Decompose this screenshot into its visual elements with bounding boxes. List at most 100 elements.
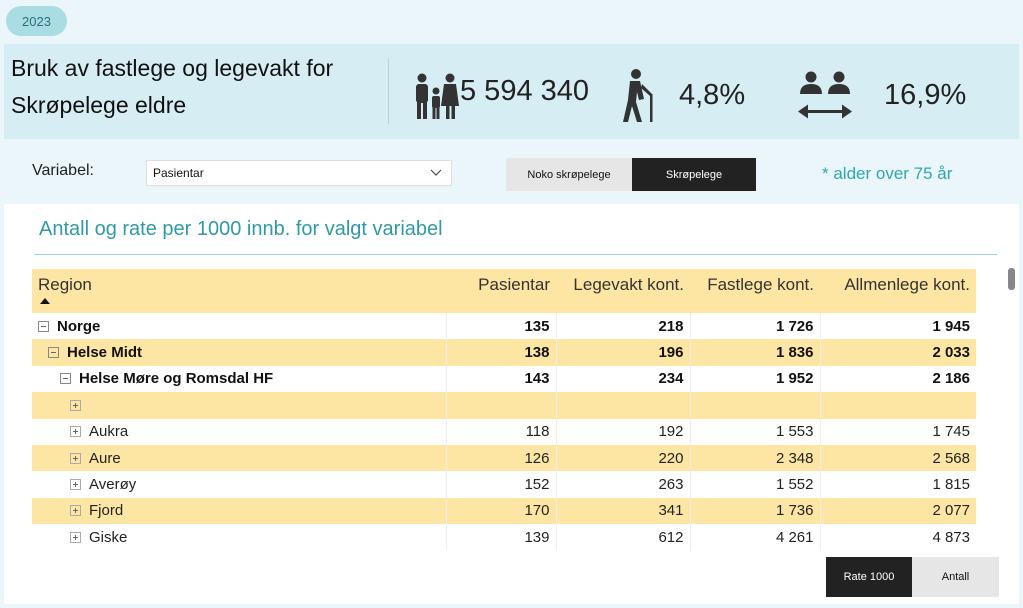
chevron-down-icon — [430, 169, 442, 176]
legevakt-cell: 218 — [555, 313, 690, 340]
collapse-icon[interactable] — [38, 320, 49, 332]
year-badge[interactable]: 2023 — [6, 6, 67, 36]
fastlege-cell: 1 952 — [689, 365, 820, 393]
legevakt-cell: 192 — [555, 418, 690, 445]
table-row[interactable]: Giske 139 612 4 261 4 873 — [32, 524, 976, 551]
region-name: Helse Møre og Romsdal HF — [79, 370, 274, 388]
column-header-region[interactable]: Region — [32, 269, 446, 313]
expand-icon[interactable] — [70, 479, 81, 491]
toggle-skropelege[interactable]: Skrøpelege — [632, 158, 756, 191]
sort-ascending-icon[interactable] — [40, 298, 50, 304]
fastlege-cell: 1 726 — [689, 313, 820, 340]
table-row[interactable]: Helse Midt 138 196 1 836 2 033 — [32, 339, 976, 366]
region-cell — [32, 392, 446, 418]
page-title-line-1: Bruk av fastlege og legevakt for — [11, 55, 334, 81]
toggle-noko-skropelege[interactable]: Noko skrøpelege — [506, 158, 632, 191]
legevakt-cell: 234 — [555, 365, 690, 393]
column-header-region-label: Region — [38, 275, 92, 294]
antall-button[interactable]: Antall — [912, 557, 999, 597]
region-cell: Averøy — [32, 471, 446, 497]
legevakt-cell: 220 — [555, 444, 690, 472]
legevakt-cell: 263 — [555, 471, 690, 498]
expand-icon[interactable] — [70, 399, 81, 411]
allmenlege-cell: 2 077 — [819, 497, 976, 525]
table-row[interactable]: Aukra 118 192 1 553 1 745 — [32, 418, 976, 445]
table-row[interactable]: Fjord 170 341 1 736 2 077 — [32, 497, 976, 525]
region-matrix-table: Region Pasientar Legevakt kont. Fastlege… — [32, 269, 976, 551]
allmenlege-cell: 1 945 — [819, 313, 976, 340]
collapse-icon[interactable] — [48, 347, 59, 359]
region-name: Norge — [57, 317, 101, 335]
pasientar-cell: 152 — [445, 471, 556, 498]
expand-icon[interactable] — [70, 531, 81, 543]
pasientar-cell: 143 — [445, 365, 556, 393]
expand-icon[interactable] — [70, 426, 81, 438]
collapse-icon[interactable] — [60, 373, 71, 385]
fastlege-cell: 1 552 — [689, 471, 820, 498]
kpi-change-value: 16,9% — [884, 79, 967, 111]
region-cell: Helse Møre og Romsdal HF — [32, 366, 446, 392]
region-name: Averøy — [89, 476, 137, 494]
table-row[interactable]: Norge 135 218 1 726 1 945 — [32, 313, 976, 340]
table-title: Antall og rate per 1000 innb. for valgt … — [39, 218, 443, 240]
allmenlege-cell: 1 745 — [819, 418, 976, 445]
variable-select[interactable]: Pasientar — [146, 160, 452, 186]
table-row[interactable]: Averøy 152 263 1 552 1 815 — [32, 471, 976, 498]
legevakt-cell: 612 — [555, 524, 690, 551]
column-header-fastlege[interactable]: Fastlege kont. — [690, 269, 820, 313]
fastlege-cell: 1 736 — [689, 497, 820, 525]
variable-label: Variabel: — [32, 162, 94, 179]
rate-1000-button[interactable]: Rate 1000 — [826, 557, 912, 597]
pasientar-cell — [445, 392, 556, 419]
banner-divider — [388, 58, 389, 124]
page-title: Bruk av fastlege og legevakt for Skrøpel… — [11, 50, 333, 124]
table-row[interactable]: Aure 126 220 2 348 2 568 — [32, 444, 976, 472]
expand-icon[interactable] — [70, 505, 81, 517]
elderly-walker-icon — [623, 69, 653, 122]
family-icon — [416, 73, 459, 119]
allmenlege-cell: 4 873 — [819, 524, 976, 551]
fastlege-cell: 1 553 — [689, 418, 820, 445]
region-cell: Helse Midt — [32, 339, 446, 365]
region-name: Helse Midt — [67, 344, 143, 362]
pasientar-cell: 118 — [445, 418, 556, 445]
legevakt-cell — [555, 392, 690, 419]
people-exchange-icon — [798, 71, 852, 119]
column-header-legevakt[interactable]: Legevakt kont. — [556, 269, 690, 313]
allmenlege-cell: 1 815 — [819, 471, 976, 498]
region-cell: Aukra — [32, 419, 446, 445]
pasientar-cell: 139 — [445, 524, 556, 551]
region-name: Giske — [89, 528, 128, 546]
region-name: Aukra — [89, 423, 129, 441]
age-note: * alder over 75 år — [822, 164, 953, 183]
table-body: Norge 135 218 1 726 1 945 Helse Midt 138 196 1 8… — [32, 313, 976, 551]
fastlege-cell: 4 261 — [689, 524, 820, 551]
fastlege-cell — [689, 392, 820, 419]
region-cell: Fjord — [32, 498, 446, 524]
table-scrollbar[interactable] — [1008, 268, 1015, 290]
table-row[interactable] — [32, 392, 976, 419]
allmenlege-cell: 2 186 — [819, 365, 976, 393]
kpi-share-value: 4,8% — [679, 79, 746, 111]
region-cell: Aure — [32, 445, 446, 471]
expand-icon[interactable] — [70, 452, 81, 464]
column-header-allmenlege[interactable]: Allmenlege kont. — [820, 269, 976, 313]
table-header-row: Region Pasientar Legevakt kont. Fastlege… — [32, 269, 976, 313]
region-cell: Giske — [32, 524, 446, 550]
pasientar-cell: 126 — [445, 444, 556, 472]
region-name: Fjord — [89, 502, 124, 520]
page-title-line-2: Skrøpelege eldre — [11, 92, 187, 118]
pasientar-cell: 170 — [445, 497, 556, 525]
pasientar-cell: 135 — [445, 313, 556, 340]
title-divider — [34, 254, 997, 255]
fastlege-cell: 2 348 — [689, 444, 820, 472]
pasientar-cell: 138 — [445, 339, 556, 366]
table-row[interactable]: Helse Møre og Romsdal HF 143 234 1 952 2 186 — [32, 365, 976, 393]
column-header-pasientar[interactable]: Pasientar — [446, 269, 556, 313]
region-name: Aure — [89, 449, 121, 467]
region-cell: Norge — [32, 313, 446, 339]
allmenlege-cell: 2 568 — [819, 444, 976, 472]
table-panel: Antall og rate per 1000 innb. for valgt … — [4, 204, 1019, 604]
kpi-population-value: 5 594 340 — [460, 75, 590, 107]
legevakt-cell: 341 — [555, 497, 690, 525]
